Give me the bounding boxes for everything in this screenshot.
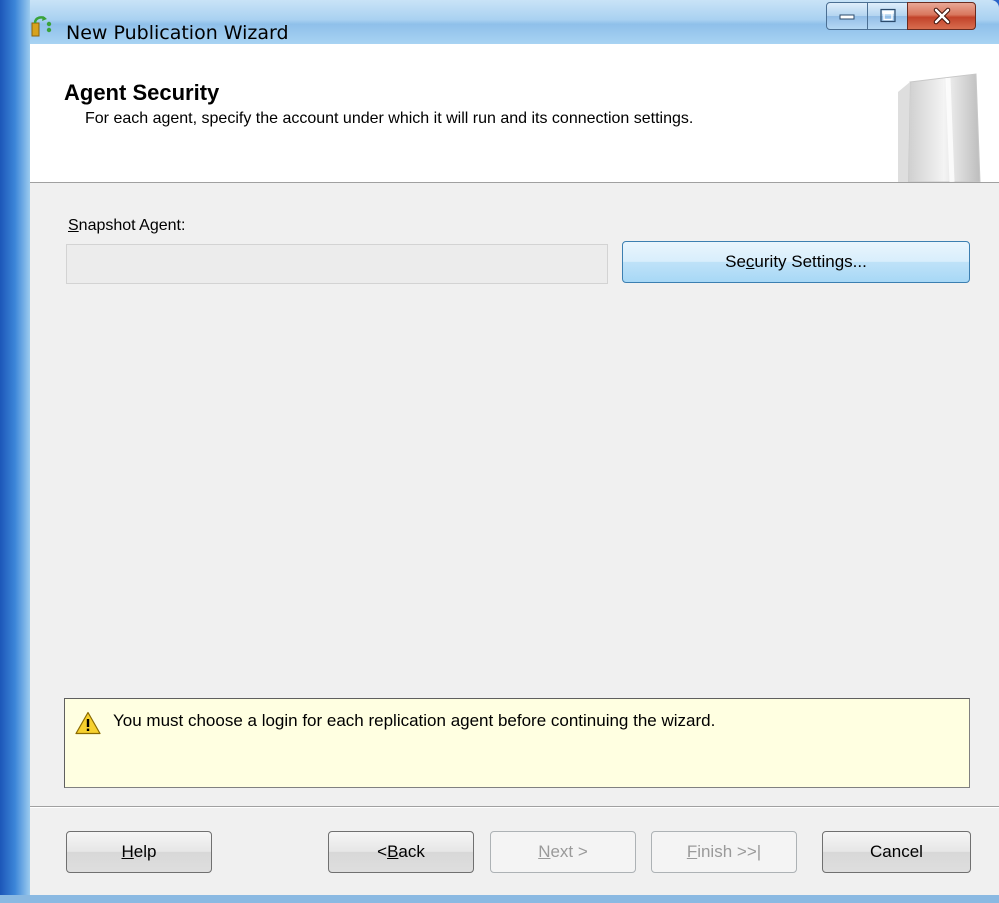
window-bottom-border [0, 895, 999, 903]
close-icon [933, 7, 950, 25]
wizard-window: New Publication Wizard Agent Security Fo… [0, 0, 999, 903]
wizard-app-icon [30, 13, 54, 37]
maximize-icon [879, 8, 896, 23]
next-button[interactable]: Next > [490, 831, 636, 873]
warning-text: You must choose a login for each replica… [113, 711, 716, 730]
warning-message-box: You must choose a login for each replica… [64, 698, 970, 788]
button-divider [30, 806, 999, 808]
page-title: Agent Security [64, 80, 220, 105]
close-button[interactable] [907, 2, 976, 30]
minimize-icon [839, 14, 855, 20]
wizard-header: Agent Security For each agent, specify t… [30, 44, 999, 183]
warning-triangle-icon [75, 711, 101, 735]
security-settings-button[interactable]: Se c urity Settings... [622, 241, 970, 283]
snapshot-agent-label: Snapshot Agent: [68, 217, 186, 234]
help-button[interactable]: Help [66, 831, 212, 873]
back-button[interactable]: < Back [328, 831, 474, 873]
cancel-button[interactable]: Cancel [822, 831, 971, 873]
wizard-client-area: Agent Security For each agent, specify t… [30, 44, 999, 903]
maximize-button[interactable] [867, 2, 908, 30]
finish-button[interactable]: Finish >>| [651, 831, 797, 873]
page-description: For each agent, specify the account unde… [85, 110, 694, 127]
minimize-button[interactable] [826, 2, 868, 30]
wizard-graphic-icon [898, 73, 981, 182]
window-title: New Publication Wizard [66, 22, 289, 44]
title-bar[interactable]: New Publication Wizard [0, 0, 999, 44]
snapshot-agent-account-field [66, 244, 608, 284]
desktop-edge [0, 0, 30, 903]
